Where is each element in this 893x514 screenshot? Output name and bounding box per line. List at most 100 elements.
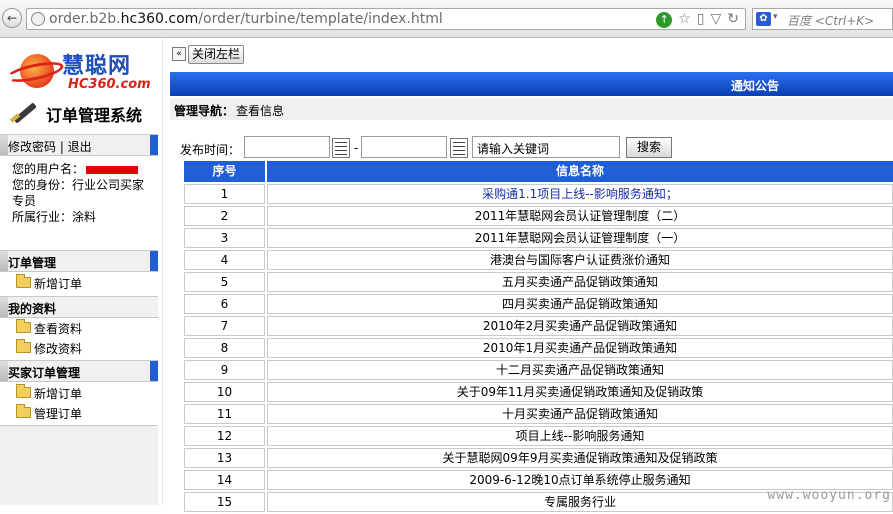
- sidebar-item-edit-profile[interactable]: 修改资料: [0, 338, 158, 357]
- table-row[interactable]: 13关于慧聪网09年9月买卖通促销政策通知及促销政策: [184, 448, 893, 470]
- system-title-text: 订单管理系统: [46, 102, 142, 126]
- row-number: 15: [184, 492, 265, 512]
- table-row[interactable]: 12项目上线--影响服务通知: [184, 426, 893, 448]
- table-row[interactable]: 10关于09年11月买卖通促销政策通知及促销政策: [184, 382, 893, 404]
- row-title-link[interactable]: 2011年慧聪网会员认证管理制度（一）: [267, 228, 893, 248]
- table-row[interactable]: 11十月买卖通产品促销政策通知: [184, 404, 893, 426]
- section-header-profile[interactable]: 我的资料: [0, 296, 158, 318]
- date-label: 发布时间：: [180, 141, 240, 158]
- breadcrumb: 管理导航： 查看信息: [170, 98, 893, 120]
- row-number: 11: [184, 404, 265, 424]
- row-title-link[interactable]: 五月买卖通产品促销政策通知: [267, 272, 893, 292]
- row-title-link[interactable]: 港澳台与国际客户认证费涨价通知: [267, 250, 893, 270]
- go-arrow-icon[interactable]: ↑: [656, 12, 672, 28]
- user-info: 您的用户名： 您的身份：行业公司买家专员 所属行业：涂料: [12, 161, 152, 225]
- address-bar[interactable]: order.b2b.hc360.com/order/turbine/templa…: [26, 8, 746, 30]
- folder-icon: [16, 407, 31, 418]
- logo: 慧聪网 HC360.com: [6, 42, 156, 92]
- row-title-link[interactable]: 项目上线--影响服务通知: [267, 426, 893, 446]
- search-engine-box[interactable]: ✿ ▾ 百度 <Ctrl+K>: [752, 8, 893, 30]
- row-number: 12: [184, 426, 265, 446]
- address-bar-icons: ↑ ☆ ▯ ▽ ↻: [650, 11, 739, 28]
- row-number: 3: [184, 228, 265, 248]
- row-title-link[interactable]: 关于09年11月买卖通促销政策通知及促销政策: [267, 382, 893, 402]
- table-row[interactable]: 82010年1月买卖通产品促销政策通知: [184, 338, 893, 360]
- browser-toolbar: ← order.b2b.hc360.com/order/turbine/temp…: [0, 0, 893, 38]
- pen-icon: [8, 98, 38, 126]
- phone-icon[interactable]: ▯: [697, 11, 705, 27]
- left-sidebar: 慧聪网 HC360.com 订单管理系统 修改密码 | 退出 您的用户名： 您的…: [0, 38, 162, 505]
- star-icon[interactable]: ☆: [678, 11, 691, 27]
- column-header-title: 信息名称: [267, 161, 893, 182]
- row-number: 1: [184, 184, 265, 204]
- logo-cn-text: 慧聪网: [62, 48, 131, 80]
- row-title-link[interactable]: 2010年2月买卖通产品促销政策通知: [267, 316, 893, 336]
- notice-header-bar: 通知公告: [170, 72, 893, 96]
- table-row[interactable]: 6四月买卖通产品促销政策通知: [184, 294, 893, 316]
- user-name-line: 您的用户名：: [12, 161, 152, 177]
- end-date-input[interactable]: [361, 136, 447, 158]
- sidebar-divider: [162, 38, 170, 505]
- start-date-input[interactable]: [244, 136, 330, 158]
- account-links-bar: 修改密码 | 退出: [0, 134, 158, 156]
- table-row[interactable]: 5五月买卖通产品促销政策通知: [184, 272, 893, 294]
- table-row[interactable]: 4港澳台与国际客户认证费涨价通知: [184, 250, 893, 272]
- table-row[interactable]: 32011年慧聪网会员认证管理制度（一）: [184, 228, 893, 250]
- user-industry: 所属行业：涂料: [12, 209, 152, 225]
- table-row[interactable]: 1采购通1.1项目上线--影响服务通知；: [184, 184, 893, 206]
- table-row[interactable]: 9十二月买卖通产品促销政策通知: [184, 360, 893, 382]
- watermark: www.wooyun.org: [767, 488, 891, 503]
- back-icon[interactable]: ←: [2, 8, 22, 28]
- logo-orb-icon: [6, 50, 64, 90]
- folder-icon: [16, 342, 31, 353]
- row-title-link[interactable]: 四月买卖通产品促销政策通知: [267, 294, 893, 314]
- collapse-sidebar-icon[interactable]: «: [172, 47, 186, 61]
- row-number: 6: [184, 294, 265, 314]
- row-title-link[interactable]: 十月买卖通产品促销政策通知: [267, 404, 893, 424]
- user-role: 您的身份：行业公司买家专员: [12, 177, 152, 209]
- row-number: 8: [184, 338, 265, 358]
- row-title-link[interactable]: 2010年1月买卖通产品促销政策通知: [267, 338, 893, 358]
- account-links[interactable]: 修改密码 | 退出: [8, 138, 92, 155]
- section-header-order[interactable]: 订单管理: [0, 250, 158, 272]
- row-number: 13: [184, 448, 265, 468]
- calendar-icon[interactable]: [450, 138, 468, 158]
- logo-en-text: HC360.com: [68, 77, 151, 92]
- breadcrumb-current: 查看信息: [236, 102, 284, 119]
- table-header: 序号 信息名称: [184, 161, 893, 182]
- reload-icon[interactable]: ↻: [727, 11, 739, 27]
- search-engine-dropdown-icon[interactable]: ▾: [773, 12, 778, 22]
- sidebar-item-view-profile[interactable]: 查看资料: [0, 318, 158, 337]
- section-header-buyer-orders[interactable]: 买家订单管理: [0, 360, 158, 382]
- search-button[interactable]: 搜索: [626, 137, 672, 158]
- sidebar-item-manage-orders[interactable]: 管理订单: [0, 403, 158, 422]
- sidebar-item-new-order[interactable]: 新增订单: [0, 273, 158, 292]
- row-title-link[interactable]: 2011年慧聪网会员认证管理制度（二）: [267, 206, 893, 226]
- row-number: 7: [184, 316, 265, 336]
- dropdown-icon[interactable]: ▽: [710, 11, 721, 27]
- date-range-dash: -: [354, 141, 358, 155]
- row-title-link[interactable]: 关于慧聪网09年9月买卖通促销政策通知及促销政策: [267, 448, 893, 468]
- sidebar-footer-area: [0, 425, 158, 505]
- close-sidebar-button[interactable]: 关闭左栏: [188, 45, 244, 64]
- folder-icon: [16, 277, 31, 288]
- breadcrumb-label: 管理导航：: [174, 102, 234, 119]
- row-number: 14: [184, 470, 265, 490]
- row-title-link[interactable]: 2009-6-12晚10点订单系统停止服务通知: [267, 470, 893, 490]
- table-row[interactable]: 72010年2月买卖通产品促销政策通知: [184, 316, 893, 338]
- calendar-icon[interactable]: [332, 138, 350, 158]
- row-number: 4: [184, 250, 265, 270]
- folder-icon: [16, 322, 31, 333]
- row-number: 9: [184, 360, 265, 380]
- folder-icon: [16, 387, 31, 398]
- keyword-input[interactable]: 请输入关键词: [472, 136, 620, 158]
- row-number: 10: [184, 382, 265, 402]
- url-text[interactable]: order.b2b.hc360.com/order/turbine/templa…: [49, 11, 443, 27]
- column-header-no: 序号: [184, 161, 265, 182]
- table-row[interactable]: 22011年慧聪网会员认证管理制度（二）: [184, 206, 893, 228]
- row-title-link[interactable]: 采购通1.1项目上线--影响服务通知；: [267, 184, 893, 204]
- globe-icon: [31, 12, 45, 26]
- baidu-paw-icon[interactable]: ✿: [756, 12, 771, 26]
- row-title-link[interactable]: 十二月买卖通产品促销政策通知: [267, 360, 893, 380]
- sidebar-item-buyer-new-order[interactable]: 新增订单: [0, 383, 158, 402]
